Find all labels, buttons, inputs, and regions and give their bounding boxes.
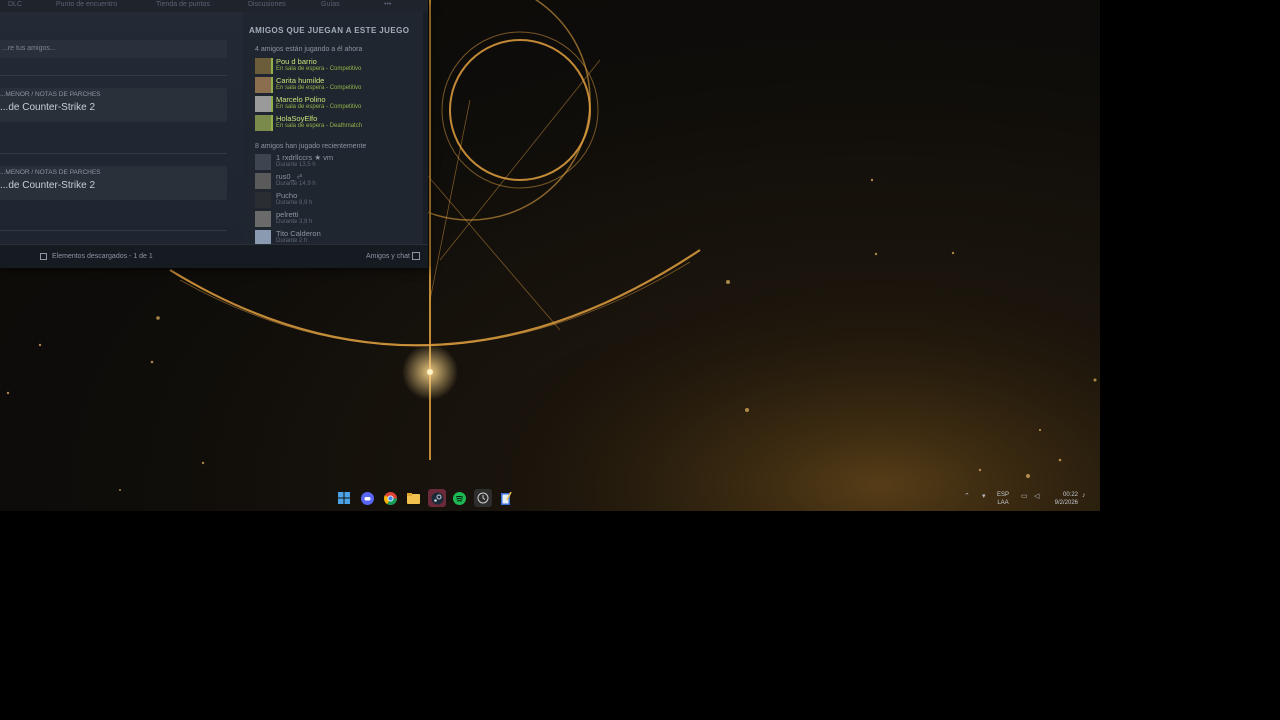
- divider: [0, 230, 227, 231]
- friends-playing-panel: AMIGOS QUE JUEGAN A ESTE JUEGO 4 amigos …: [243, 12, 423, 244]
- friend-status: Durante 13,5 h: [276, 162, 316, 168]
- friend-name: Pou d barrio: [276, 57, 317, 66]
- language-indicator[interactable]: ESP LAA: [997, 491, 1009, 507]
- tab-guias[interactable]: Guías: [321, 1, 340, 8]
- tab-discusiones[interactable]: Discusiones: [248, 1, 286, 8]
- avatar: [255, 77, 271, 93]
- news-item[interactable]: ...MENOR / NOTAS DE PARCHES ...de Counte…: [0, 166, 227, 200]
- taskbar: ⌃ ▾ ESP LAA ▭ ◁ 00:22 9/2/2026 ♪: [0, 486, 1100, 511]
- recent-label: 8 amigos han jugado recientemente: [255, 143, 367, 150]
- friends-scrollbar[interactable]: [423, 12, 428, 244]
- system-clock[interactable]: 00:22 9/2/2026: [1046, 491, 1078, 507]
- clock-app-icon[interactable]: [474, 489, 492, 507]
- network-icon[interactable]: ▭: [1021, 492, 1028, 500]
- divider: [0, 75, 227, 76]
- friends-chat-button[interactable]: Amigos y chat: [366, 253, 410, 260]
- news-kind: ...MENOR / NOTAS DE PARCHES: [0, 169, 101, 176]
- download-icon: [40, 253, 47, 260]
- friend-name: pelretti: [276, 210, 299, 219]
- ingame-indicator: [271, 77, 273, 93]
- divider: [0, 153, 227, 154]
- friend-item[interactable]: rus0_ ‹³ Durante 14,9 h: [255, 172, 420, 190]
- volume-icon[interactable]: ◁: [1034, 492, 1039, 500]
- friends-panel-heading: AMIGOS QUE JUEGAN A ESTE JUEGO: [249, 26, 410, 35]
- spotify-icon[interactable]: [451, 490, 467, 506]
- news-kind: ...MENOR / NOTAS DE PARCHES: [0, 91, 101, 98]
- friend-name: Marcelo Polino: [276, 95, 326, 104]
- friend-status: En sala de espera - Competitivo: [276, 104, 362, 110]
- friends-chat-icon[interactable]: [412, 252, 420, 260]
- notepad-icon[interactable]: [498, 490, 514, 506]
- language-line2: LAA: [997, 500, 1009, 506]
- chevron-up-icon[interactable]: ⌃: [964, 492, 970, 500]
- friend-item[interactable]: pelretti Durante 3,9 h: [255, 210, 420, 228]
- friend-status: En sala de espera - Competitivo: [276, 85, 362, 91]
- avatar: [255, 115, 271, 131]
- friend-name: 1 rxdrllccrs ★ vm: [276, 153, 334, 162]
- friend-item[interactable]: Pou d barrio En sala de espera - Competi…: [255, 57, 420, 75]
- ingame-indicator: [271, 58, 273, 74]
- clock-time: 00:22: [1062, 492, 1078, 498]
- news-item[interactable]: ...MENOR / NOTAS DE PARCHES ...de Counte…: [0, 88, 227, 122]
- tab-tienda-puntos[interactable]: Tienda de puntos: [156, 1, 210, 8]
- avatar: [255, 96, 271, 112]
- microphone-icon[interactable]: ▾: [982, 492, 986, 500]
- friend-item[interactable]: Tito Calderon Durante 2 h: [255, 229, 420, 244]
- avatar: [255, 173, 271, 189]
- friend-status: Durante 3,9 h: [276, 219, 313, 225]
- friend-status: Durante 8,9 h: [276, 200, 313, 206]
- avatar: [255, 58, 271, 74]
- friend-name: HolaSoyElfo: [276, 114, 318, 123]
- avatar: [255, 192, 271, 208]
- tab-punto-encuentro[interactable]: Punto de encuentro: [56, 1, 117, 8]
- friend-item[interactable]: Pucho Durante 8,9 h: [255, 191, 420, 209]
- ingame-indicator: [271, 115, 273, 131]
- news-title: ...de Counter-Strike 2: [0, 102, 96, 113]
- avatar: [255, 211, 271, 227]
- friend-item[interactable]: HolaSoyElfo En sala de espera - Deathmat…: [255, 114, 420, 132]
- friend-status: En sala de espera - Competitivo: [276, 66, 362, 72]
- more-tabs-button[interactable]: •••: [384, 1, 391, 8]
- friend-status: Durante 14,9 h: [276, 181, 316, 187]
- downloads-status[interactable]: Elementos descargados - 1 de 1: [52, 253, 153, 260]
- steam-footer: Elementos descargados - 1 de 1 Amigos y …: [0, 244, 428, 268]
- discord-icon[interactable]: [359, 490, 375, 506]
- friend-status: En sala de espera - Deathmatch: [276, 123, 363, 129]
- windows-start-icon[interactable]: [336, 490, 352, 506]
- steam-window: DLC Punto de encuentro Tienda de puntos …: [0, 0, 428, 268]
- playing-now-label: 4 amigos están jugando a él ahora: [255, 46, 363, 53]
- avatar: [255, 154, 271, 170]
- language-line1: ESP: [997, 492, 1010, 498]
- friend-name: Carita humilde: [276, 76, 325, 85]
- friend-name: Pucho: [276, 191, 298, 200]
- friend-name: Tito Calderon: [276, 229, 321, 238]
- ingame-indicator: [271, 96, 273, 112]
- search-placeholder: ...re tus amigos...: [2, 45, 56, 52]
- game-main-column: ...re tus amigos... ...MENOR / NOTAS DE …: [0, 12, 243, 244]
- friend-item[interactable]: Carita humilde En sala de espera - Compe…: [255, 76, 420, 94]
- friend-name: rus0_ ‹³: [276, 172, 302, 181]
- file-explorer-icon[interactable]: [405, 490, 421, 506]
- chrome-icon[interactable]: [382, 490, 398, 506]
- news-title: ...de Counter-Strike 2: [0, 180, 96, 191]
- notification-bell-icon[interactable]: ♪: [1082, 492, 1086, 499]
- clock-date: 9/2/2026: [1054, 500, 1078, 506]
- avatar: [255, 230, 271, 244]
- tab-dlc[interactable]: DLC: [8, 1, 22, 8]
- friend-item[interactable]: Marcelo Polino En sala de espera - Compe…: [255, 95, 420, 113]
- desktop-screen: DLC Punto de encuentro Tienda de puntos …: [0, 0, 1100, 511]
- steam-tab-bar: DLC Punto de encuentro Tienda de puntos …: [0, 0, 428, 12]
- friends-search-input[interactable]: ...re tus amigos...: [0, 40, 227, 58]
- friend-item[interactable]: 1 rxdrllccrs ★ vm Durante 13,5 h: [255, 153, 420, 171]
- steam-taskbar-icon[interactable]: [428, 489, 446, 507]
